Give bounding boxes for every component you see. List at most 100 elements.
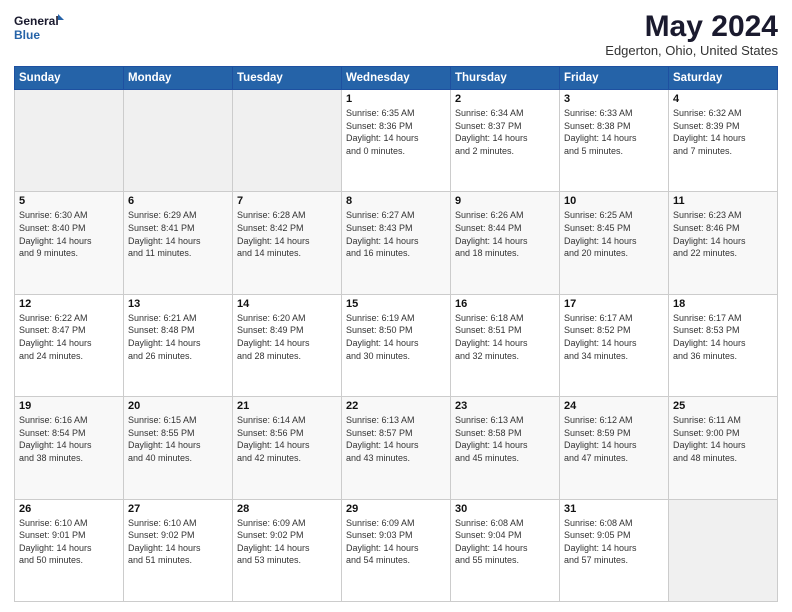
day-number: 8 [346,195,446,207]
day-info: Sunrise: 6:32 AMSunset: 8:39 PMDaylight:… [673,107,773,157]
day-info: Sunrise: 6:28 AMSunset: 8:42 PMDaylight:… [237,209,337,259]
day-number: 22 [346,400,446,412]
col-header-thursday: Thursday [451,67,560,90]
day-info: Sunrise: 6:27 AMSunset: 8:43 PMDaylight:… [346,209,446,259]
day-number: 3 [564,93,664,105]
week-row-2: 5 Sunrise: 6:30 AMSunset: 8:40 PMDaylight… [15,192,778,294]
day-number: 21 [237,400,337,412]
day-cell: 25 Sunrise: 6:11 AMSunset: 9:00 PMDayligh… [669,397,778,499]
day-info: Sunrise: 6:22 AMSunset: 8:47 PMDaylight:… [19,312,119,362]
col-header-saturday: Saturday [669,67,778,90]
day-info: Sunrise: 6:17 AMSunset: 8:52 PMDaylight:… [564,312,664,362]
day-number: 15 [346,298,446,310]
day-info: Sunrise: 6:13 AMSunset: 8:57 PMDaylight:… [346,414,446,464]
day-number: 17 [564,298,664,310]
week-row-4: 19 Sunrise: 6:16 AMSunset: 8:54 PMDayligh… [15,397,778,499]
day-info: Sunrise: 6:14 AMSunset: 8:56 PMDaylight:… [237,414,337,464]
day-cell: 26 Sunrise: 6:10 AMSunset: 9:01 PMDayligh… [15,499,124,601]
subtitle: Edgerton, Ohio, United States [605,43,778,58]
day-cell: 7 Sunrise: 6:28 AMSunset: 8:42 PMDaylight… [233,192,342,294]
day-info: Sunrise: 6:11 AMSunset: 9:00 PMDaylight:… [673,414,773,464]
day-info: Sunrise: 6:30 AMSunset: 8:40 PMDaylight:… [19,209,119,259]
svg-text:Blue: Blue [14,28,40,42]
day-number: 25 [673,400,773,412]
day-cell: 21 Sunrise: 6:14 AMSunset: 8:56 PMDayligh… [233,397,342,499]
day-number: 12 [19,298,119,310]
col-header-monday: Monday [124,67,233,90]
day-cell: 29Sunrise: 6:09 AMSunset: 9:03 PMDayligh… [342,499,451,601]
day-info: Sunrise: 6:23 AMSunset: 8:46 PMDaylight:… [673,209,773,259]
day-cell [233,90,342,192]
day-info: Sunrise: 6:20 AMSunset: 8:49 PMDaylight:… [237,312,337,362]
day-number: 18 [673,298,773,310]
header-row: SundayMondayTuesdayWednesdayThursdayFrid… [15,67,778,90]
week-row-5: 26 Sunrise: 6:10 AMSunset: 9:01 PMDayligh… [15,499,778,601]
week-row-1: 1 Sunrise: 6:35 AMSunset: 8:36 PMDaylight… [15,90,778,192]
day-cell: 27Sunrise: 6:10 AMSunset: 9:02 PMDayligh… [124,499,233,601]
day-info: Sunrise: 6:12 AMSunset: 8:59 PMDaylight:… [564,414,664,464]
day-number: 20 [128,400,228,412]
day-cell: 5 Sunrise: 6:30 AMSunset: 8:40 PMDaylight… [15,192,124,294]
day-cell: 18Sunrise: 6:17 AMSunset: 8:53 PMDayligh… [669,294,778,396]
day-cell: 3 Sunrise: 6:33 AMSunset: 8:38 PMDaylight… [560,90,669,192]
day-number: 27 [128,503,228,515]
svg-text:General: General [14,14,59,28]
day-cell: 9 Sunrise: 6:26 AMSunset: 8:44 PMDaylight… [451,192,560,294]
day-info: Sunrise: 6:09 AMSunset: 9:03 PMDaylight:… [346,517,446,567]
day-cell: 10Sunrise: 6:25 AMSunset: 8:45 PMDayligh… [560,192,669,294]
day-cell: 6Sunrise: 6:29 AMSunset: 8:41 PMDaylight… [124,192,233,294]
day-number: 13 [128,298,228,310]
day-number: 7 [237,195,337,207]
day-info: Sunrise: 6:33 AMSunset: 8:38 PMDaylight:… [564,107,664,157]
day-cell: 22 Sunrise: 6:13 AMSunset: 8:57 PMDayligh… [342,397,451,499]
day-number: 26 [19,503,119,515]
title-block: May 2024 Edgerton, Ohio, United States [605,10,778,58]
day-cell: 1 Sunrise: 6:35 AMSunset: 8:36 PMDaylight… [342,90,451,192]
day-cell: 15 Sunrise: 6:19 AMSunset: 8:50 PMDayligh… [342,294,451,396]
day-number: 19 [19,400,119,412]
day-cell: 2Sunrise: 6:34 AMSunset: 8:37 PMDaylight… [451,90,560,192]
day-number: 24 [564,400,664,412]
day-number: 5 [19,195,119,207]
logo-svg: General Blue [14,10,64,46]
day-info: Sunrise: 6:13 AMSunset: 8:58 PMDaylight:… [455,414,555,464]
day-cell: 13 Sunrise: 6:21 AMSunset: 8:48 PMDayligh… [124,294,233,396]
day-info: Sunrise: 6:18 AMSunset: 8:51 PMDaylight:… [455,312,555,362]
day-number: 9 [455,195,555,207]
main-title: May 2024 [605,10,778,43]
day-info: Sunrise: 6:08 AMSunset: 9:04 PMDaylight:… [455,517,555,567]
day-info: Sunrise: 6:15 AMSunset: 8:55 PMDaylight:… [128,414,228,464]
day-number: 16 [455,298,555,310]
day-info: Sunrise: 6:19 AMSunset: 8:50 PMDaylight:… [346,312,446,362]
day-number: 2 [455,93,555,105]
day-cell: 14Sunrise: 6:20 AMSunset: 8:49 PMDayligh… [233,294,342,396]
day-cell: 4Sunrise: 6:32 AMSunset: 8:39 PMDaylight… [669,90,778,192]
day-cell [669,499,778,601]
day-number: 31 [564,503,664,515]
day-cell: 8 Sunrise: 6:27 AMSunset: 8:43 PMDaylight… [342,192,451,294]
day-cell: 17 Sunrise: 6:17 AMSunset: 8:52 PMDayligh… [560,294,669,396]
col-header-sunday: Sunday [15,67,124,90]
day-cell: 20 Sunrise: 6:15 AMSunset: 8:55 PMDayligh… [124,397,233,499]
day-info: Sunrise: 6:26 AMSunset: 8:44 PMDaylight:… [455,209,555,259]
page: General Blue May 2024 Edgerton, Ohio, Un… [0,0,792,612]
col-header-wednesday: Wednesday [342,67,451,90]
day-info: Sunrise: 6:10 AMSunset: 9:01 PMDaylight:… [19,517,119,567]
day-number: 10 [564,195,664,207]
day-cell: 24 Sunrise: 6:12 AMSunset: 8:59 PMDayligh… [560,397,669,499]
col-header-tuesday: Tuesday [233,67,342,90]
day-info: Sunrise: 6:16 AMSunset: 8:54 PMDaylight:… [19,414,119,464]
day-info: Sunrise: 6:29 AMSunset: 8:41 PMDaylight:… [128,209,228,259]
day-info: Sunrise: 6:35 AMSunset: 8:36 PMDaylight:… [346,107,446,157]
day-number: 1 [346,93,446,105]
day-number: 11 [673,195,773,207]
day-info: Sunrise: 6:08 AMSunset: 9:05 PMDaylight:… [564,517,664,567]
day-cell: 23Sunrise: 6:13 AMSunset: 8:58 PMDayligh… [451,397,560,499]
day-cell: 12 Sunrise: 6:22 AMSunset: 8:47 PMDayligh… [15,294,124,396]
week-row-3: 12 Sunrise: 6:22 AMSunset: 8:47 PMDayligh… [15,294,778,396]
day-cell: 16 Sunrise: 6:18 AMSunset: 8:51 PMDayligh… [451,294,560,396]
logo: General Blue [14,10,64,46]
day-info: Sunrise: 6:21 AMSunset: 8:48 PMDaylight:… [128,312,228,362]
day-cell: 30Sunrise: 6:08 AMSunset: 9:04 PMDayligh… [451,499,560,601]
day-cell [124,90,233,192]
